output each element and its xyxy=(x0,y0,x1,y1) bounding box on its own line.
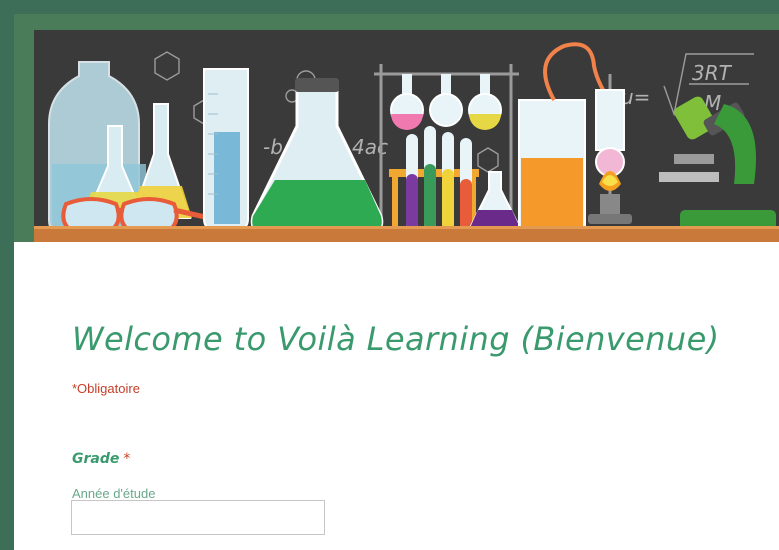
flask-stopper xyxy=(295,78,339,92)
form-title: Welcome to Voilà Learning (Bienvenue) xyxy=(72,320,720,358)
burner-base xyxy=(588,214,632,224)
question-title-grade: Grade * xyxy=(72,451,130,467)
chemistry-lab-banner-image: -b 4ac u= 3RT M xyxy=(14,14,779,242)
grade-input[interactable] xyxy=(71,500,325,535)
wooden-shelf xyxy=(34,228,779,242)
question-help-text: Année d'étude xyxy=(72,486,156,501)
question-label: Grade xyxy=(72,451,120,467)
required-asterisk: * xyxy=(123,451,131,467)
chalk-text-b: -b xyxy=(263,135,283,159)
round-flasks xyxy=(390,74,502,130)
cylinder-liquid xyxy=(214,132,240,224)
chalk-text-u: u= xyxy=(621,85,650,109)
chalk-text-3rt: 3RT xyxy=(692,61,733,85)
chalk-text-4ac: 4ac xyxy=(352,135,388,159)
flask-green-liquid xyxy=(252,180,382,234)
header-banner: -b 4ac u= 3RT M xyxy=(14,14,779,242)
required-note: *Obligatoire xyxy=(72,381,140,396)
form-card: -b 4ac u= 3RT M Welcome to Voilà Learnin… xyxy=(14,14,779,550)
upright-tube xyxy=(595,89,625,151)
beaker-liquid xyxy=(521,158,583,236)
